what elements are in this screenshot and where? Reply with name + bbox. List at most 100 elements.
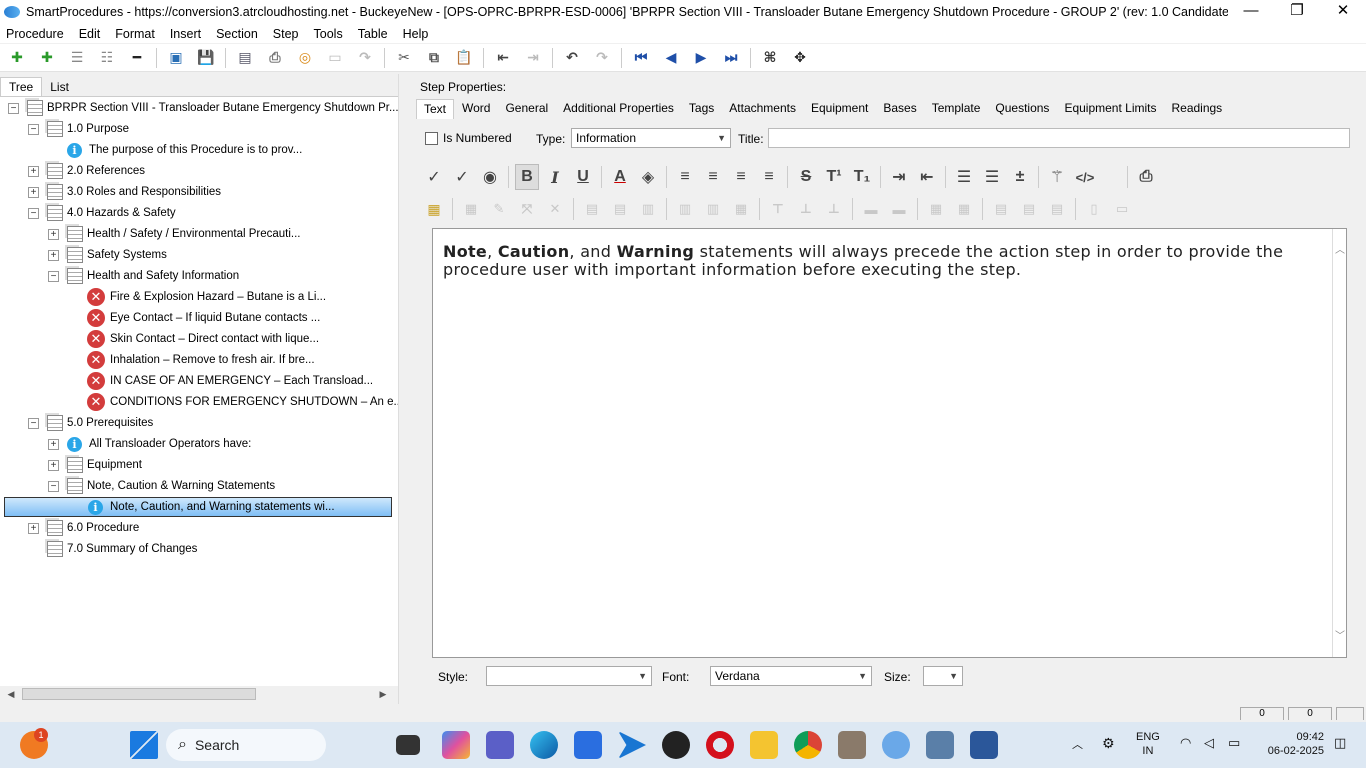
add-child-icon[interactable]: ✚ (36, 47, 58, 69)
menu-edit[interactable]: Edit (79, 27, 101, 41)
step-text[interactable]: Note, Caution, and Warning statements wi… (443, 243, 1303, 279)
expand-icon[interactable]: + (48, 459, 59, 471)
align-left-icon[interactable]: ≡ (673, 164, 697, 190)
menu-format[interactable]: Format (115, 27, 155, 41)
indent-icon[interactable]: ⇥ (522, 47, 544, 69)
indent-right-icon[interactable]: ⇥ (887, 164, 911, 190)
valign-bottom-icon[interactable]: ▤ (1045, 196, 1069, 222)
start-button-icon[interactable] (130, 731, 158, 759)
tab-equipment[interactable]: Equipment (804, 99, 875, 119)
italic-icon[interactable]: I (543, 164, 567, 190)
tab-attachments[interactable]: Attachments (722, 99, 803, 119)
delete-table-icon[interactable]: ✕ (543, 196, 567, 222)
menu-tools[interactable]: Tools (314, 27, 343, 41)
paste-icon[interactable]: 📋 (453, 47, 475, 69)
store-icon[interactable] (574, 731, 602, 759)
expand-icon[interactable]: + (28, 186, 39, 198)
bullet-list-icon[interactable]: ☰ (952, 164, 976, 190)
bold-icon[interactable]: B (515, 164, 539, 190)
menu-step[interactable]: Step (273, 27, 299, 41)
col-edit-icon[interactable]: ▥ (636, 196, 660, 222)
tree-item[interactable]: − 5.0 Prerequisites (28, 413, 153, 433)
list-alt-icon[interactable]: ☷ (96, 47, 118, 69)
subscript-icon[interactable]: T₁ (850, 164, 874, 190)
tree-item[interactable]: ✕ IN CASE OF AN EMERGENCY – Each Transloa… (68, 371, 373, 391)
horizontal-rule-icon[interactable]: ± (1008, 164, 1032, 190)
menu-table[interactable]: Table (358, 27, 388, 41)
collapse-icon[interactable]: − (8, 102, 19, 114)
menu-procedure[interactable]: Procedure (6, 27, 64, 41)
tab-readings[interactable]: Readings (1164, 99, 1229, 119)
expand-icon[interactable]: + (48, 249, 59, 261)
notifications-icon[interactable]: ◫ (1334, 736, 1346, 750)
color-picker-icon[interactable]: ◉ (478, 164, 502, 190)
spell-check-all-icon[interactable]: ✓ (450, 164, 474, 190)
tab-additional-properties[interactable]: Additional Properties (556, 99, 681, 119)
expand-icon[interactable]: + (28, 522, 39, 534)
volume-icon[interactable]: ◁ (1204, 736, 1214, 750)
highlight-icon[interactable]: ◈ (636, 164, 660, 190)
tree-item[interactable]: + Equipment (48, 455, 142, 475)
expand-icon[interactable]: + (48, 228, 59, 240)
redo-alt-icon[interactable]: ↷ (354, 47, 376, 69)
spell-check-icon[interactable]: ✓ (422, 164, 446, 190)
menu-help[interactable]: Help (403, 27, 429, 41)
split-cell-alt-icon[interactable]: ▦ (952, 196, 976, 222)
add-icon[interactable]: ✚ (6, 47, 28, 69)
tree-item[interactable]: − Health and Safety Information (48, 266, 239, 286)
tree-horizontal-scrollbar[interactable]: ◀ ▶ (0, 686, 392, 702)
tree-item[interactable]: + i All Transloader Operators have: (48, 434, 251, 454)
tab-word[interactable]: Word (455, 99, 497, 119)
menu-insert[interactable]: Insert (170, 27, 201, 41)
minimize-button[interactable]: — (1228, 0, 1274, 24)
wifi-icon[interactable]: ◠ (1180, 736, 1191, 750)
table-props-icon[interactable]: ▦ (459, 196, 483, 222)
tray-chevron-icon[interactable]: ︿ (1072, 738, 1083, 752)
tree-item[interactable]: i Note, Caution, and Warning statements w… (4, 497, 392, 517)
justify-icon[interactable]: ≡ (757, 164, 781, 190)
web-icon[interactable]: ◎ (294, 47, 316, 69)
file-explorer-icon[interactable] (750, 731, 778, 759)
merge-icon[interactable]: ▬ (859, 196, 883, 222)
collapse-icon[interactable]: − (28, 417, 39, 429)
print-preview-icon[interactable]: ⎙ (1134, 164, 1158, 190)
magic-wand-icon[interactable]: ⚚ (1045, 164, 1069, 190)
tree-item[interactable]: ✕ Eye Contact – If liquid Butane contacts… (68, 308, 320, 328)
opera-icon[interactable] (706, 731, 734, 759)
collapse-icon[interactable]: − (28, 207, 39, 219)
redo-icon[interactable]: ↷ (591, 47, 613, 69)
strikethrough-icon[interactable]: S (794, 164, 818, 190)
row-edit-icon[interactable]: ▤ (608, 196, 632, 222)
tab-tags[interactable]: Tags (682, 99, 721, 119)
tab-text[interactable]: Text (416, 99, 455, 119)
last-step-icon[interactable]: ⏭ (720, 47, 742, 69)
save-copy-icon[interactable]: ▣ (165, 47, 187, 69)
delete-col-icon[interactable]: ▦ (729, 196, 753, 222)
tab-equipment-limits[interactable]: Equipment Limits (1057, 99, 1163, 119)
chrome-icon[interactable] (794, 731, 822, 759)
insert-col-right-icon[interactable]: ▥ (701, 196, 725, 222)
publish-icon[interactable]: ▤ (234, 47, 256, 69)
indent-left-icon[interactable]: ⇤ (915, 164, 939, 190)
insert-col-left-icon[interactable]: ▥ (673, 196, 697, 222)
is-numbered-checkbox[interactable] (425, 132, 438, 145)
insert-row-above-icon[interactable]: ⊤ (766, 196, 790, 222)
menu-section[interactable]: Section (216, 27, 258, 41)
list-icon[interactable]: ☰ (66, 47, 88, 69)
expand-icon[interactable]: + (28, 165, 39, 177)
row-props-icon[interactable]: ▤ (580, 196, 604, 222)
app-icon-1[interactable] (838, 731, 866, 759)
cut-icon[interactable]: ✂ (393, 47, 415, 69)
remote-desktop-icon[interactable] (926, 731, 954, 759)
title-input[interactable] (768, 128, 1350, 148)
scroll-right-icon[interactable]: ▶ (376, 686, 390, 702)
tree-item[interactable]: 7.0 Summary of Changes (28, 539, 197, 559)
scroll-down-icon[interactable]: ﹀ (1335, 627, 1345, 642)
tree-item[interactable]: ✕ Skin Contact – Direct contact with liqu… (68, 329, 319, 349)
tree-item[interactable]: +6.0 Procedure (28, 518, 139, 538)
smartprocedures-taskbar-icon[interactable] (882, 731, 910, 759)
style-select[interactable]: ▼ (486, 666, 652, 686)
tree-item[interactable]: + Health / Safety / Environmental Precaut… (48, 224, 301, 244)
dell-icon[interactable] (662, 731, 690, 759)
numbered-list-icon[interactable]: ☰ (980, 164, 1004, 190)
